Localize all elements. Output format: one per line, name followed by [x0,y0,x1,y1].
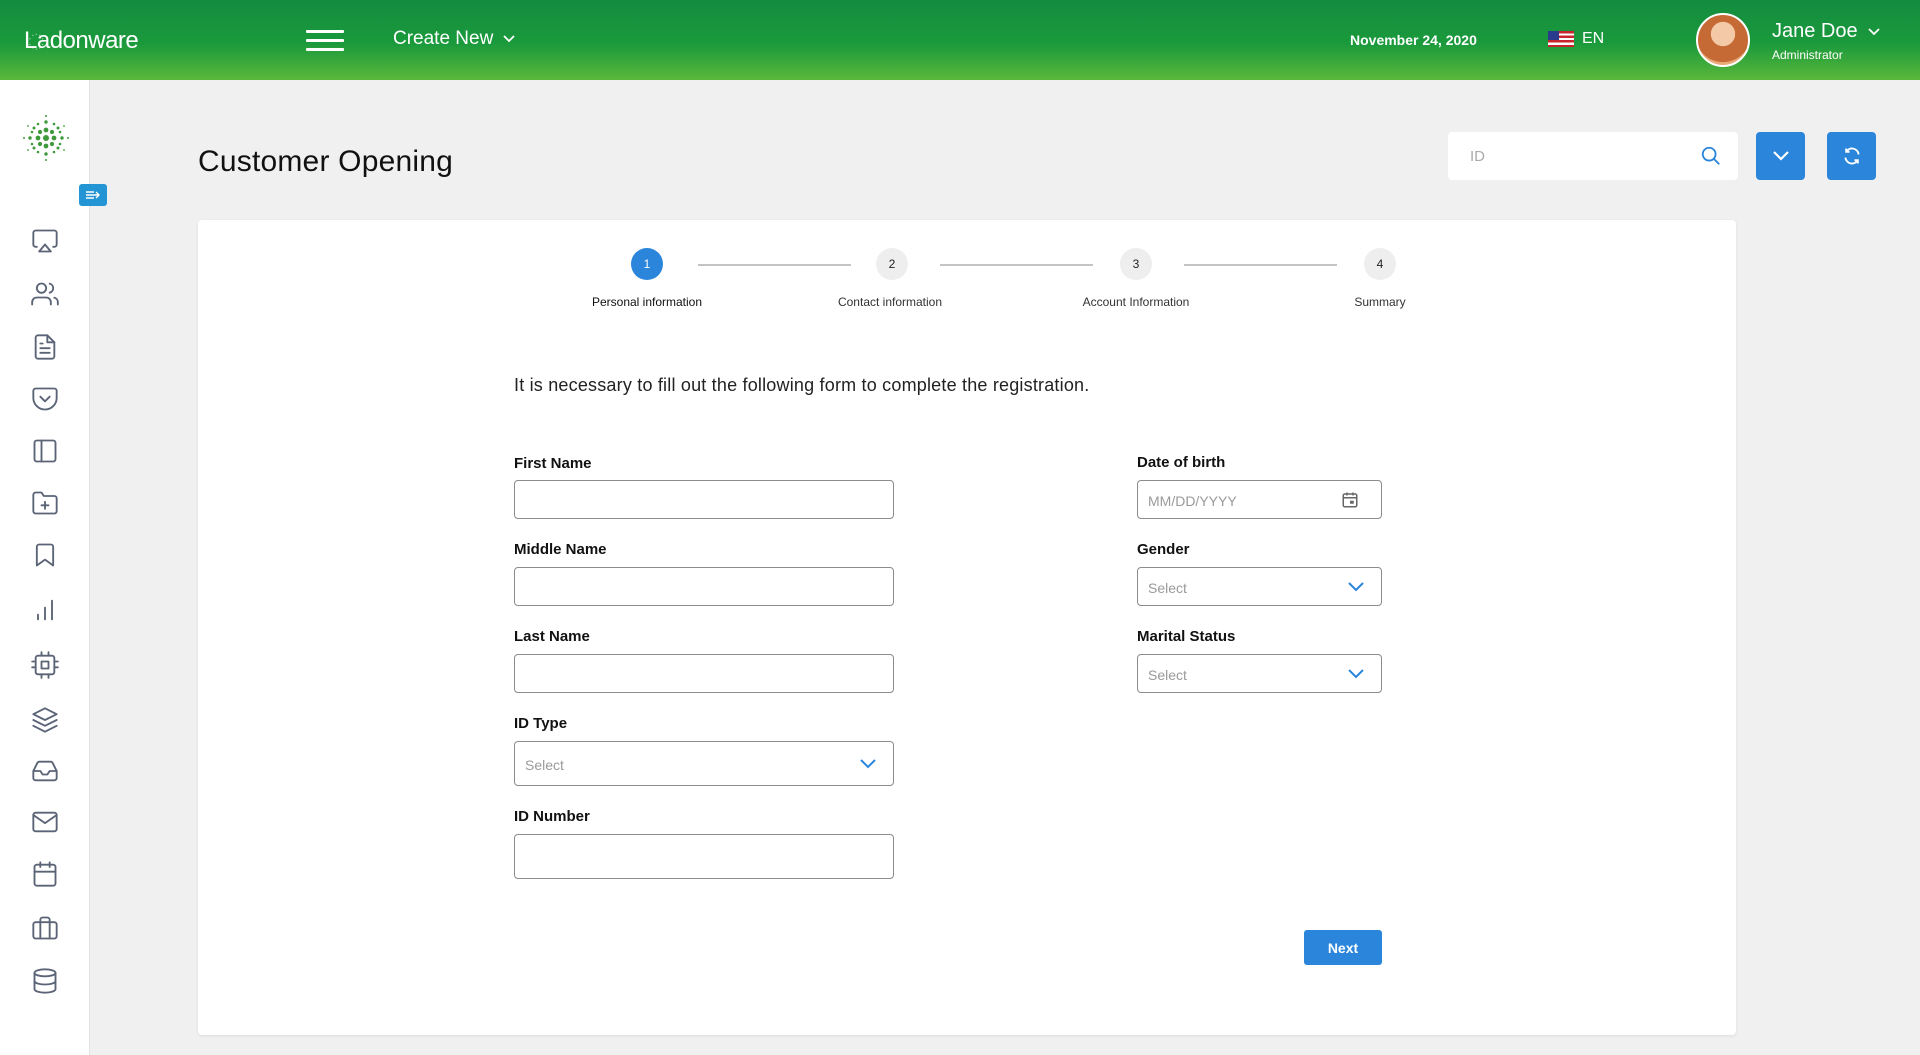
page-title: Customer Opening [198,145,453,178]
first-name-field[interactable] [514,480,894,519]
id-type-selected-value: Select [525,757,564,773]
user-menu[interactable]: Jane Doe [1772,20,1880,43]
chevron-down-icon [1348,669,1364,679]
step-2-circle[interactable]: 2 [876,248,908,280]
pocket-icon[interactable] [31,385,59,413]
user-name: Jane Doe [1772,20,1858,42]
step-connector [698,264,851,266]
chevron-down-icon [1867,27,1880,35]
form-intro-text: It is necessary to fill out the followin… [514,375,1090,395]
search-icon[interactable] [1700,145,1722,167]
step-connector [940,264,1093,266]
inbox-icon[interactable] [31,757,59,785]
language-selector[interactable]: EN [1548,30,1604,48]
id-search-input[interactable] [1448,132,1688,180]
current-date: November 24, 2020 [1350,32,1477,48]
refresh-button[interactable] [1827,132,1876,180]
date-of-birth-field[interactable]: MM/DD/YYYY [1137,480,1382,519]
step-connector [1184,264,1337,266]
id-number-label: ID Number [514,808,590,825]
marital-status-label: Marital Status [1137,628,1236,645]
sidebar-collapse-button[interactable] [79,184,107,206]
gender-select[interactable]: Select [1137,567,1382,606]
bar-chart-icon[interactable] [31,596,59,624]
language-label: EN [1582,30,1605,47]
users-icon[interactable] [31,280,59,308]
hamburger-menu-button[interactable] [306,30,344,52]
top-bar: Ladonware Create New November 24, 2020 E… [0,0,1920,80]
step-3-label: Account Information [1082,295,1190,309]
gender-selected-value: Select [1148,580,1187,596]
last-name-field[interactable] [514,654,894,693]
step-4-circle[interactable]: 4 [1364,248,1396,280]
next-button[interactable]: Next [1304,930,1382,965]
marital-status-select[interactable]: Select [1137,654,1382,693]
step-2-label: Contact information [837,295,943,309]
refresh-icon [1843,147,1860,165]
expand-button[interactable] [1756,132,1805,180]
marital-status-selected-value: Select [1148,667,1187,683]
document-icon[interactable] [31,333,59,361]
middle-name-label: Middle Name [514,541,607,558]
last-name-label: Last Name [514,628,590,645]
id-number-field[interactable] [514,834,894,879]
chevron-down-icon [1348,582,1364,592]
step-1-circle[interactable]: 1 [631,248,663,280]
id-type-label: ID Type [514,715,568,732]
cpu-icon[interactable] [31,651,59,679]
form-card [198,220,1736,1035]
chevron-down-icon [503,35,515,43]
chevron-down-icon [860,759,876,769]
step-4-label: Summary [1354,295,1406,309]
chevron-down-icon [1772,151,1789,161]
sidebar-layout-icon[interactable] [31,437,59,465]
briefcase-icon[interactable] [31,914,59,942]
calendar-icon[interactable] [1341,491,1359,509]
date-of-birth-placeholder: MM/DD/YYYY [1148,493,1237,509]
step-3-circle[interactable]: 3 [1120,248,1152,280]
user-role: Administrator [1772,48,1843,62]
collapse-arrow-icon [86,191,100,199]
database-icon[interactable] [31,967,59,995]
gender-label: Gender [1137,541,1190,558]
airplay-icon[interactable] [31,227,59,255]
id-type-select[interactable]: Select [514,741,894,786]
id-search-box [1448,132,1738,180]
folder-plus-icon[interactable] [31,489,59,517]
logo-text: Ladonware [24,27,139,54]
us-flag-icon [1548,31,1574,47]
create-new-label: Create New [393,28,494,49]
first-name-label: First Name [514,455,592,472]
middle-name-field[interactable] [514,567,894,606]
brand-dots-icon [23,115,69,161]
bookmark-icon[interactable] [31,541,59,569]
mail-icon[interactable] [31,808,59,836]
avatar[interactable] [1696,13,1750,67]
layers-icon[interactable] [31,706,59,734]
calendar-icon[interactable] [31,860,59,888]
date-of-birth-label: Date of birth [1137,454,1226,471]
create-new-dropdown[interactable]: Create New [393,28,515,50]
step-1-label: Personal information [591,295,703,309]
